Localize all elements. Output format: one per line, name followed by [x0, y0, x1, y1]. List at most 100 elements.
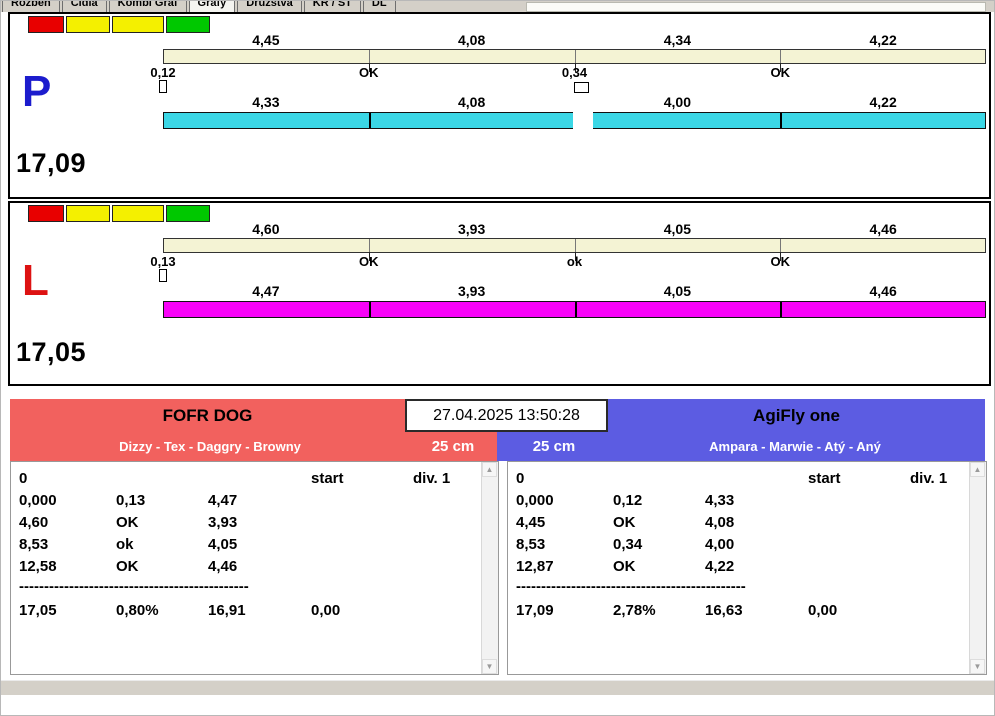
- cum-time: 12,58: [19, 558, 57, 575]
- dog-time: 4,33: [705, 492, 735, 509]
- scale-divider: [574, 50, 576, 63]
- change-marker: OK: [359, 65, 379, 80]
- tab-dl[interactable]: DL: [362, 0, 396, 12]
- table-row: 8,53 0,34 4,00: [516, 536, 966, 556]
- percent-value: 2,78%: [613, 602, 656, 619]
- bar-divider: [574, 302, 577, 317]
- light-yellow-icon: [66, 16, 110, 33]
- team-right-sub-header: 25 cm Ampara - Marwie - Atý - Aný: [497, 432, 985, 461]
- table-row: 4,45 OK 4,08: [516, 514, 966, 534]
- team-right-name-header: AgiFly one: [608, 399, 985, 432]
- tab-kr-st[interactable]: KR / ST: [303, 0, 361, 12]
- lane-l-panel: L 17,05 4,60 3,93 4,05 4,46 0,13 OK ok O…: [8, 201, 991, 386]
- change-marker: OK: [770, 254, 791, 269]
- scale-bar: [163, 238, 986, 253]
- timestamp: 27.04.2025 13:50:28: [433, 406, 580, 424]
- header-division: div. 1: [910, 470, 948, 487]
- lane-graph: 4,45 4,08 4,34 4,22 0,12 OK 0,34 OK 4,33…: [150, 32, 986, 132]
- change-marker: 0,13: [150, 254, 176, 269]
- dog-time: 4,22: [705, 558, 735, 575]
- lane-letter: L: [22, 256, 49, 305]
- scale-divider: [574, 239, 576, 252]
- scroll-down-icon[interactable]: ▼: [482, 659, 497, 674]
- scroll-down-icon[interactable]: ▼: [970, 659, 985, 674]
- cum-time: 4,60: [19, 514, 49, 531]
- tab-grafy[interactable]: Grafy: [188, 0, 236, 12]
- table-row: 12,87 OK 4,22: [516, 558, 966, 578]
- light-yellow-icon: [112, 205, 164, 222]
- dog-time: 4,46: [208, 558, 238, 575]
- start-lights: [28, 16, 210, 33]
- split-times-bottom: 4,33 4,08 4,00 4,22: [163, 94, 986, 110]
- table-row: 8,53 ok 4,05: [19, 536, 478, 556]
- header-zero: 0: [19, 470, 28, 487]
- change-status: OK: [613, 558, 636, 575]
- vertical-scrollbar[interactable]: ▲ ▼: [481, 462, 498, 674]
- start-time: 0,00: [311, 602, 341, 619]
- dog-time: 4,00: [705, 536, 735, 553]
- light-red-icon: [28, 205, 64, 222]
- cum-time: 4,45: [516, 514, 546, 531]
- scale-divider: [369, 239, 371, 252]
- scale-divider: [369, 50, 371, 63]
- split-value: 4,00: [663, 94, 691, 110]
- cum-time: 8,53: [516, 536, 546, 553]
- header-start: start: [808, 470, 841, 487]
- run-time-bar: [163, 112, 986, 129]
- split-times-top: 4,60 3,93 4,05 4,46: [163, 221, 986, 237]
- scale-bar: [163, 49, 986, 64]
- sensor-marker-box: [573, 82, 589, 93]
- lane-p-panel: P 17,09 4,45 4,08 4,34 4,22 0,12 OK 0,34…: [8, 12, 991, 199]
- dog-time: 4,47: [208, 492, 238, 509]
- tab-druzstva[interactable]: Družstva: [237, 0, 302, 12]
- split-times-bottom: 4,47 3,93 4,05 4,46: [163, 283, 986, 299]
- start-time: 0,00: [808, 602, 838, 619]
- table-totals-row: 17,09 2,78% 16,63 0,00: [516, 602, 966, 622]
- lane-letter: P: [22, 67, 52, 116]
- tab-rozbeh[interactable]: Rozbeh: [2, 0, 60, 12]
- team-left-results-table: 0 start div. 1 0,000 0,13 4,47 4,60 OK 3…: [10, 461, 499, 675]
- dog-time: 4,05: [208, 536, 238, 553]
- light-yellow-icon: [66, 205, 110, 222]
- team-left-name-header: FOFR DOG: [10, 399, 405, 432]
- change-status: 0,34: [613, 536, 643, 553]
- light-green-icon: [166, 205, 210, 222]
- lane-graph: 4,60 3,93 4,05 4,46 0,13 OK ok OK 4,47 3…: [150, 221, 986, 321]
- lane-total-time: 17,05: [16, 337, 87, 367]
- scroll-up-icon[interactable]: ▲: [970, 462, 985, 477]
- scroll-up-icon[interactable]: ▲: [482, 462, 497, 477]
- table-totals-row: 17,05 0,80% 16,91 0,00: [19, 602, 478, 622]
- tab-bar-spacer: [526, 2, 986, 12]
- table-row: 12,58 OK 4,46: [19, 558, 478, 578]
- total-time: 17,09: [516, 602, 554, 619]
- table-row: 0,000 0,12 4,33: [516, 492, 966, 512]
- lane-total-time: 17,09: [16, 148, 87, 178]
- split-value: 4,05: [663, 283, 691, 299]
- start-lights: [28, 205, 210, 222]
- split-value: 4,60: [252, 221, 280, 237]
- split-value: 4,47: [252, 283, 280, 299]
- tab-cidla[interactable]: Čidla: [61, 0, 107, 12]
- change-status: OK: [613, 514, 636, 531]
- net-time: 16,63: [705, 602, 743, 619]
- header-start: start: [311, 470, 344, 487]
- light-yellow-icon: [112, 16, 164, 33]
- split-value: 4,08: [458, 32, 486, 48]
- change-marker: ok: [566, 254, 583, 269]
- split-value: 4,22: [869, 94, 897, 110]
- split-value: 4,46: [869, 221, 897, 237]
- status-strip: [0, 680, 995, 695]
- cum-time: 8,53: [19, 536, 49, 553]
- table-header-row: 0 start div. 1: [516, 470, 966, 490]
- team-left-jump-height: 25 cm: [431, 438, 475, 455]
- tab-kombi-graf[interactable]: Kombi Graf: [108, 0, 187, 12]
- change-marker: 0,12: [150, 65, 176, 80]
- scale-divider: [779, 50, 781, 63]
- table-row: 4,60 OK 3,93: [19, 514, 478, 534]
- split-value: 4,34: [663, 32, 691, 48]
- dog-time: 4,08: [705, 514, 735, 531]
- timestamp-box: 27.04.2025 13:50:28: [405, 399, 608, 432]
- sensor-marker-box: [159, 269, 167, 282]
- total-time: 17,05: [19, 602, 57, 619]
- vertical-scrollbar[interactable]: ▲ ▼: [969, 462, 986, 674]
